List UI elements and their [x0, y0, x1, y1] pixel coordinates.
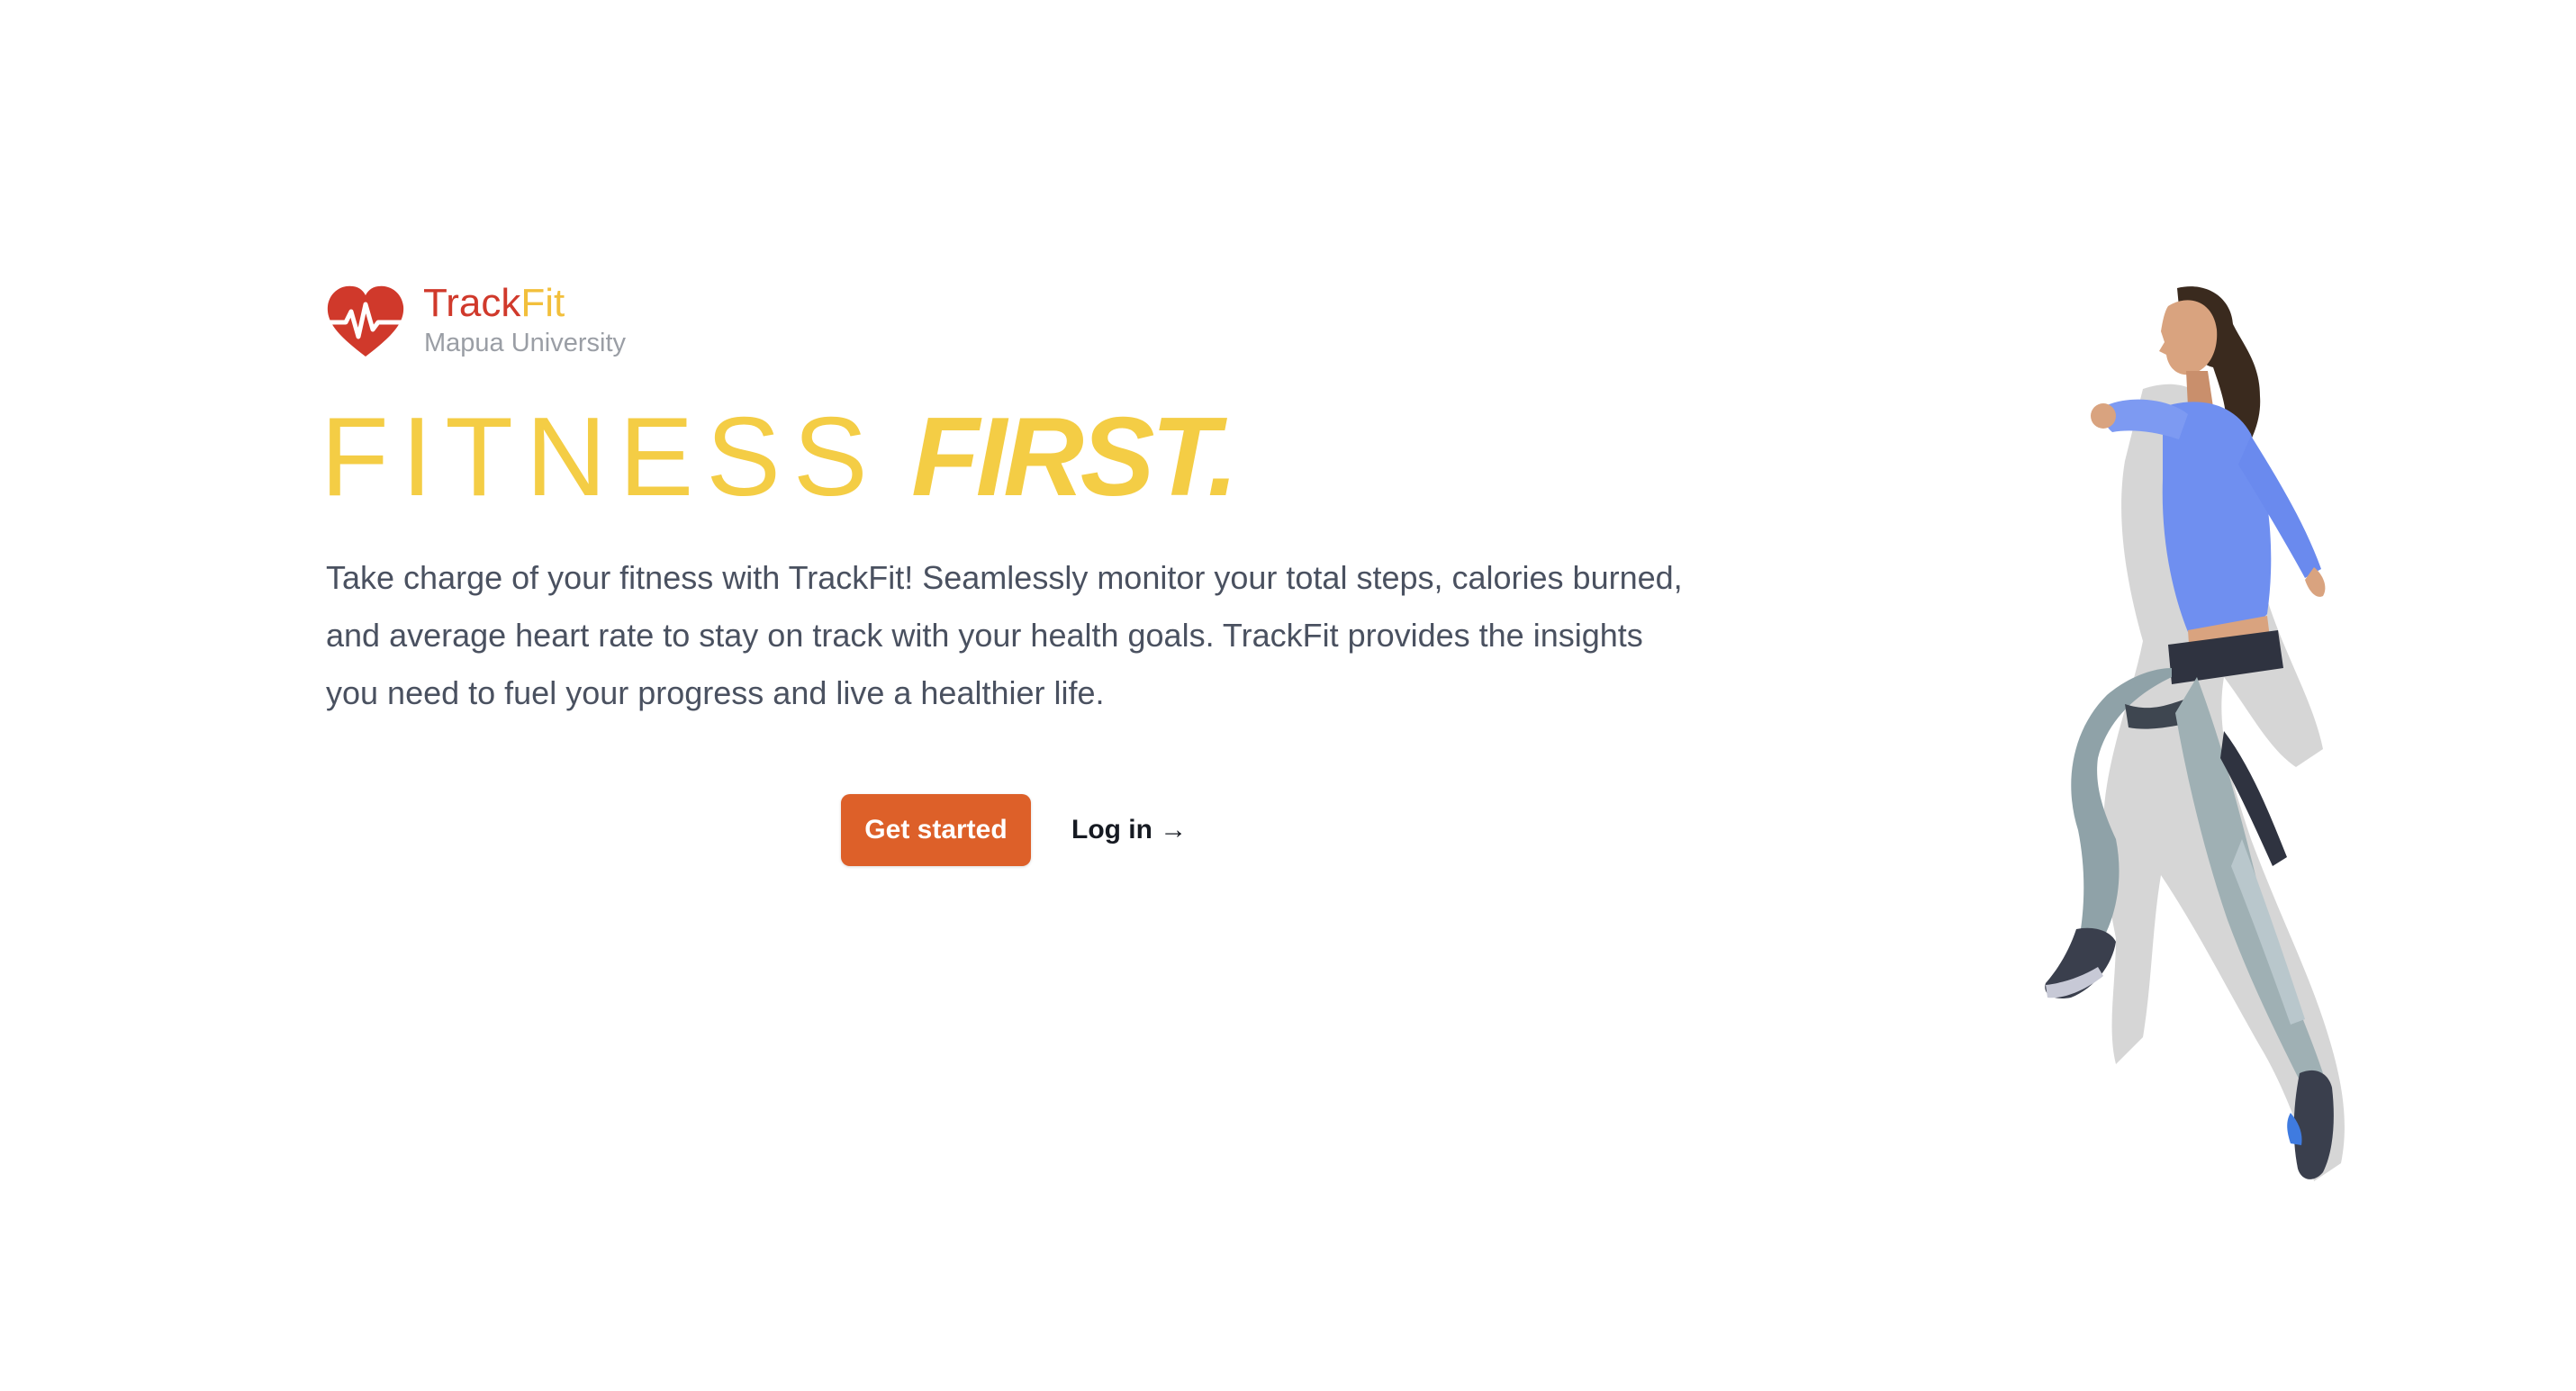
- heart-pulse-icon: [324, 285, 407, 357]
- brand-name: TrackFit: [423, 281, 565, 326]
- brand-name-fit: Fit: [520, 281, 565, 325]
- hero-description: Take charge of your fitness with TrackFi…: [326, 559, 1683, 711]
- log-in-link[interactable]: Log in →: [1071, 794, 1187, 866]
- brand-name-track: Track: [423, 281, 521, 325]
- hero-section: TrackFit Mapua University FITNESS FIRST.…: [0, 0, 2576, 1391]
- jumping-athlete-image: [2045, 286, 2345, 1182]
- brand-logo[interactable]: TrackFit Mapua University: [324, 281, 684, 364]
- headline-light: FITNESS: [321, 395, 881, 519]
- page-headline: FITNESS FIRST.: [321, 394, 1239, 520]
- headline-bold: FIRST.: [911, 395, 1238, 519]
- get-started-button[interactable]: Get started: [841, 794, 1031, 866]
- brand-subtitle: Mapua University: [424, 329, 627, 357]
